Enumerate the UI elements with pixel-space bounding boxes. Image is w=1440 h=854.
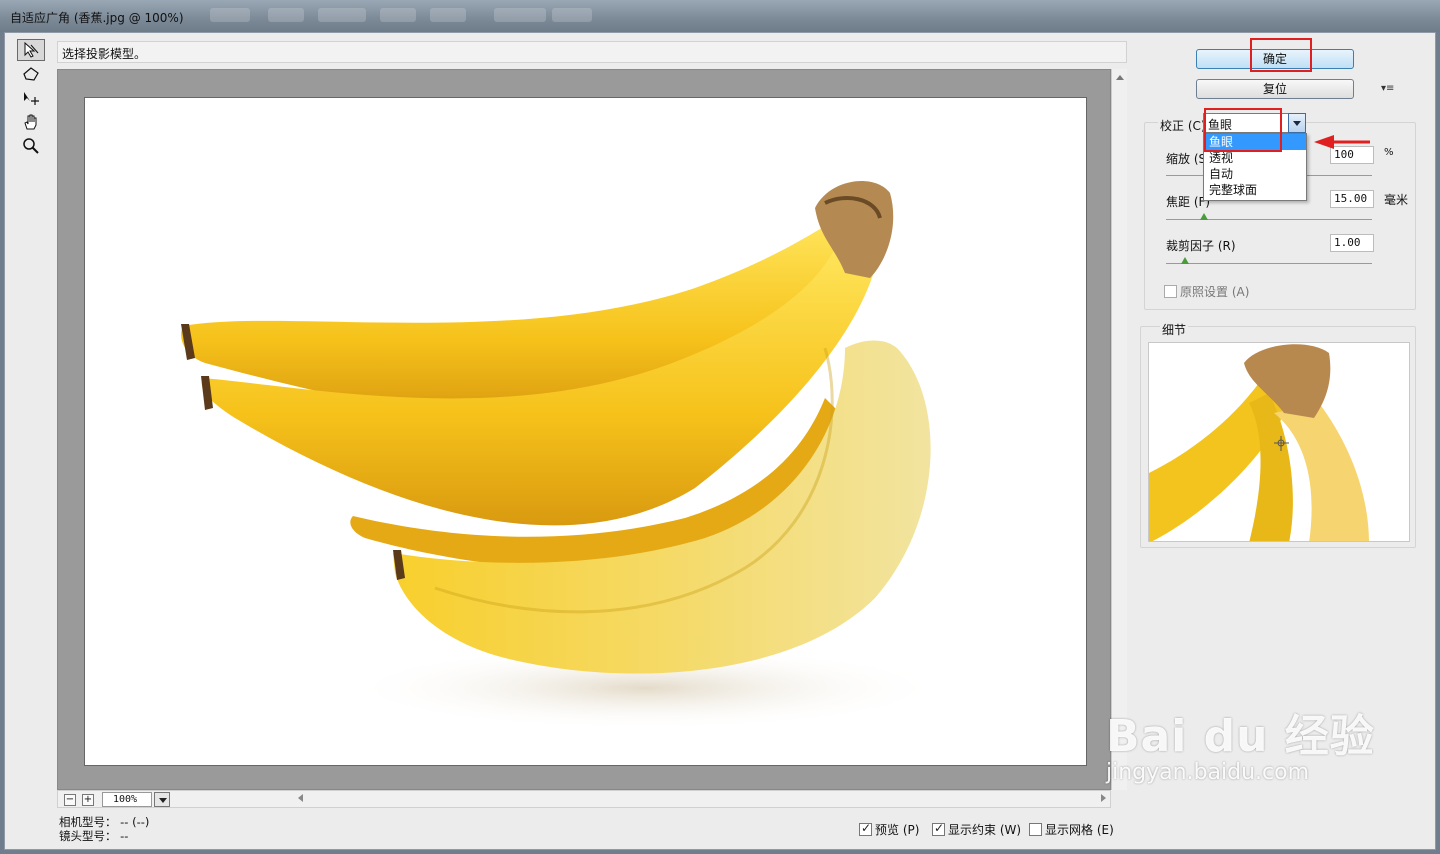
checkbox-icon[interactable] xyxy=(932,821,945,836)
highlight-box xyxy=(1250,38,1312,72)
blurred-area xyxy=(494,8,546,22)
preview-canvas[interactable] xyxy=(84,97,1087,766)
panel-menu-icon[interactable]: ▾≡ xyxy=(1381,83,1394,94)
option-full-spherical[interactable]: 完整球面 xyxy=(1204,182,1306,198)
blurred-area xyxy=(552,8,592,22)
highlight-box xyxy=(1204,108,1282,152)
move-icon xyxy=(24,92,39,105)
polygon-constraint-tool[interactable] xyxy=(17,63,45,85)
scroll-up-icon[interactable] xyxy=(1116,75,1124,80)
camera-model-label: 相机型号： xyxy=(59,815,117,829)
show-grid-label: 显示网格 (E) xyxy=(1045,823,1114,837)
checkbox-icon[interactable] xyxy=(1164,285,1177,298)
red-arrow-annotation xyxy=(1314,135,1370,149)
show-grid-checkbox[interactable]: 显示网格 (E) xyxy=(1029,821,1114,838)
option-perspective[interactable]: 透视 xyxy=(1204,150,1306,166)
detail-label: 细节 xyxy=(1160,321,1189,338)
show-constraints-checkbox[interactable]: 显示约束 (W) xyxy=(932,821,1021,838)
focal-length-slider-thumb[interactable] xyxy=(1200,213,1208,220)
scale-unit: % xyxy=(1384,147,1394,158)
show-constraints-label: 显示约束 (W) xyxy=(948,823,1022,837)
blurred-area xyxy=(318,8,366,22)
window-title: 自适应广角 (香蕉.jpg @ 100%) xyxy=(10,11,184,25)
as-shot-checkbox[interactable]: 原照设置 (A) xyxy=(1164,283,1249,300)
preview-area[interactable] xyxy=(57,69,1111,790)
checkbox-icon[interactable] xyxy=(1029,823,1042,836)
crop-factor-slider[interactable] xyxy=(1166,263,1372,264)
preview-vertical-scrollbar[interactable] xyxy=(1111,69,1127,790)
hand-tool[interactable] xyxy=(17,111,45,133)
scroll-left-icon[interactable] xyxy=(298,794,303,802)
blurred-area xyxy=(268,8,304,22)
blurred-area xyxy=(380,8,416,22)
hand-icon xyxy=(24,114,37,130)
zoom-bar: − + 100% xyxy=(57,790,1111,808)
preview-label: 预览 (P) xyxy=(875,823,920,837)
camera-info: 相机型号： -- (--) 镜头型号： -- xyxy=(59,815,149,843)
detail-loupe xyxy=(1148,342,1410,542)
arrow-constraint-icon xyxy=(24,41,39,58)
zoom-tool[interactable] xyxy=(17,135,45,157)
checkbox-icon[interactable] xyxy=(859,821,872,836)
zoom-out-button[interactable]: − xyxy=(64,794,76,806)
blurred-area xyxy=(430,8,466,22)
banana-image xyxy=(181,181,945,730)
scroll-right-icon[interactable] xyxy=(1101,794,1106,802)
polygon-icon xyxy=(23,67,39,81)
hint-bar: 选择投影模型。 xyxy=(57,41,1127,63)
zoom-in-button[interactable]: + xyxy=(82,794,94,806)
constraint-tool[interactable] xyxy=(17,39,45,61)
focal-length-slider[interactable] xyxy=(1166,219,1372,220)
move-tool[interactable] xyxy=(17,87,45,109)
zoom-dropdown-button[interactable] xyxy=(154,792,170,807)
watermark-brand: Bai du 经验 xyxy=(1106,711,1375,762)
lens-model-value: -- xyxy=(120,829,129,843)
focal-length-input[interactable]: 15.00 xyxy=(1330,190,1374,208)
camera-model-value: -- (--) xyxy=(120,815,150,829)
as-shot-label: 原照设置 (A) xyxy=(1180,285,1250,299)
title-bar: 自适应广角 (香蕉.jpg @ 100%) xyxy=(0,0,1440,32)
crop-factor-input[interactable]: 1.00 xyxy=(1330,234,1374,252)
baidu-watermark: Bai du 经验 jingyan.baidu.com xyxy=(1106,700,1375,785)
zoom-level-field[interactable]: 100% xyxy=(102,792,152,807)
crop-factor-label: 裁剪因子 (R) xyxy=(1166,239,1236,253)
magnifier-icon xyxy=(23,138,39,154)
focal-length-unit: 毫米 xyxy=(1384,193,1409,207)
reset-button[interactable]: 复位 xyxy=(1196,79,1354,99)
crop-factor-slider-thumb[interactable] xyxy=(1181,257,1189,264)
blurred-area xyxy=(210,8,250,22)
select-arrow-icon[interactable] xyxy=(1288,113,1306,133)
detail-banana-image xyxy=(1149,344,1369,541)
lens-model-label: 镜头型号： xyxy=(59,829,117,843)
preview-checkbox[interactable]: 预览 (P) xyxy=(859,821,919,838)
option-auto[interactable]: 自动 xyxy=(1204,166,1306,182)
